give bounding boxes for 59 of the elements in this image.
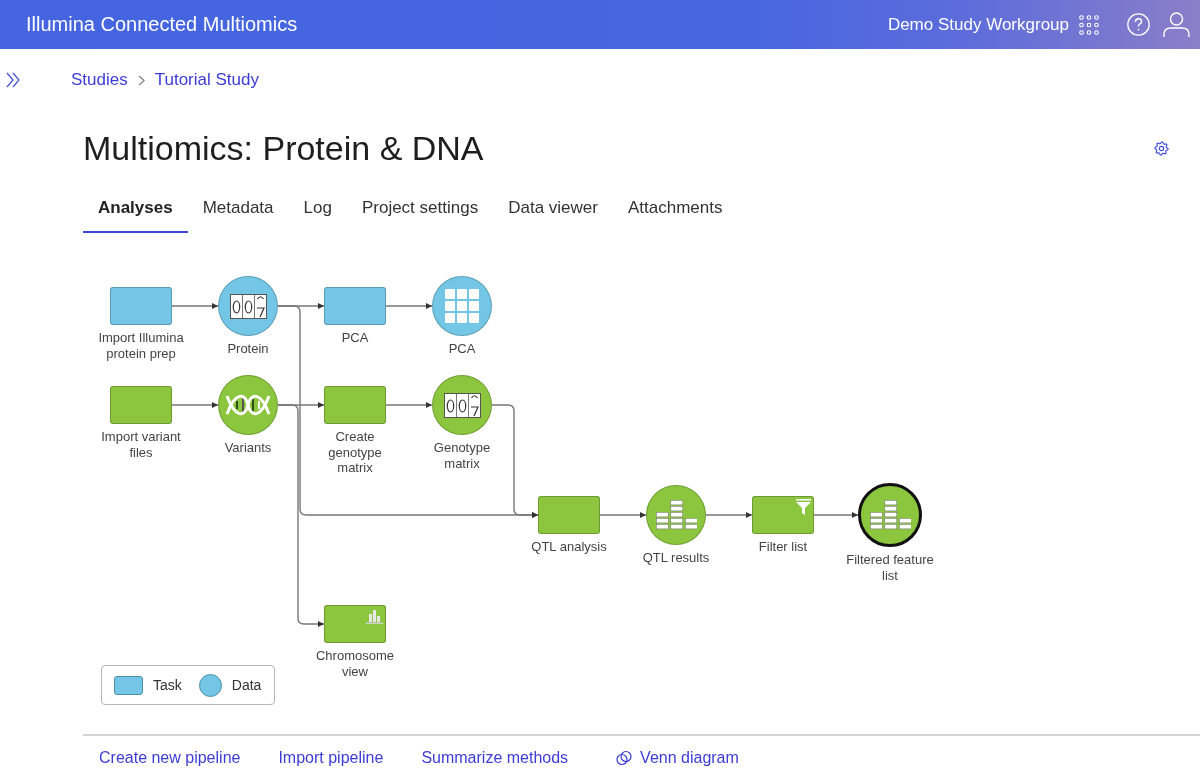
- tab[interactable]: Analyses: [83, 185, 188, 233]
- counter-icon: [229, 293, 267, 319]
- connector-arrow: [171, 303, 219, 309]
- node-label: QTL results: [642, 550, 710, 566]
- node-label: Chromosome view: [315, 648, 395, 679]
- tab[interactable]: Attachments: [612, 185, 738, 233]
- venn-icon: [616, 750, 633, 766]
- histogram-icon: [869, 500, 911, 530]
- counter-icon: [443, 392, 481, 418]
- task-node[interactable]: [752, 496, 814, 534]
- breadcrumb-link[interactable]: Studies: [71, 70, 128, 90]
- node-label: Filter list: [758, 539, 808, 555]
- node-label: Protein: [227, 341, 269, 357]
- histogram-icon: [655, 500, 697, 530]
- legend-label: Data: [231, 677, 262, 693]
- tab[interactable]: Data viewer: [493, 185, 613, 233]
- node-label: PCA: [448, 341, 476, 357]
- connector-arrow: [705, 512, 753, 518]
- task-node[interactable]: [324, 605, 386, 643]
- connector-arrow: [171, 402, 219, 408]
- bar-chart-icon: [366, 608, 383, 624]
- grid-icon: [445, 289, 479, 323]
- node-label: PCA: [341, 330, 369, 346]
- task-node[interactable]: [324, 287, 386, 325]
- venn-diagram-link[interactable]: Venn diagram: [616, 749, 739, 767]
- help-icon[interactable]: [1127, 13, 1150, 36]
- funnel-icon: [796, 499, 811, 515]
- node-label: Filtered feature list: [845, 552, 935, 583]
- node-label: QTL analysis: [531, 539, 607, 555]
- settings-icon[interactable]: [1154, 140, 1169, 156]
- footer-link[interactable]: Create new pipeline: [99, 749, 241, 767]
- page-title: Multiomics: Protein & DNA: [83, 128, 484, 168]
- task-node[interactable]: [324, 386, 386, 424]
- app-title: Illumina Connected Multiomics: [26, 13, 298, 36]
- user-icon[interactable]: [1163, 11, 1190, 38]
- tab[interactable]: Metadata: [187, 185, 289, 233]
- task-node[interactable]: [110, 386, 172, 424]
- apps-grid-icon[interactable]: [1079, 14, 1099, 35]
- footer-link[interactable]: Summarize methods: [421, 749, 569, 767]
- node-label: Import Illumina protein prep: [97, 330, 185, 361]
- node-label: Import variant files: [100, 429, 182, 460]
- task-node[interactable]: [538, 496, 600, 534]
- node-label: Genotype matrix: [432, 440, 492, 471]
- breadcrumb-link[interactable]: Tutorial Study: [154, 70, 259, 90]
- node-label: Create genotype matrix: [327, 429, 383, 476]
- data-node[interactable]: [858, 483, 922, 547]
- double-chevron-icon[interactable]: [6, 72, 21, 88]
- data-swatch-icon: [198, 673, 222, 697]
- workgroup-name[interactable]: Demo Study Workgroup: [887, 14, 1069, 35]
- connector-arrow: [599, 512, 647, 518]
- tab[interactable]: Log: [288, 185, 347, 233]
- task-swatch-icon: [114, 675, 143, 695]
- task-node[interactable]: [110, 287, 172, 325]
- chevron-right-icon: [137, 74, 145, 86]
- node-label: Variants: [224, 440, 272, 456]
- legend-label: Task: [153, 677, 182, 693]
- connector-arrow: [813, 512, 859, 518]
- footer-link[interactable]: Import pipeline: [278, 749, 384, 767]
- tab[interactable]: Project settings: [346, 185, 494, 233]
